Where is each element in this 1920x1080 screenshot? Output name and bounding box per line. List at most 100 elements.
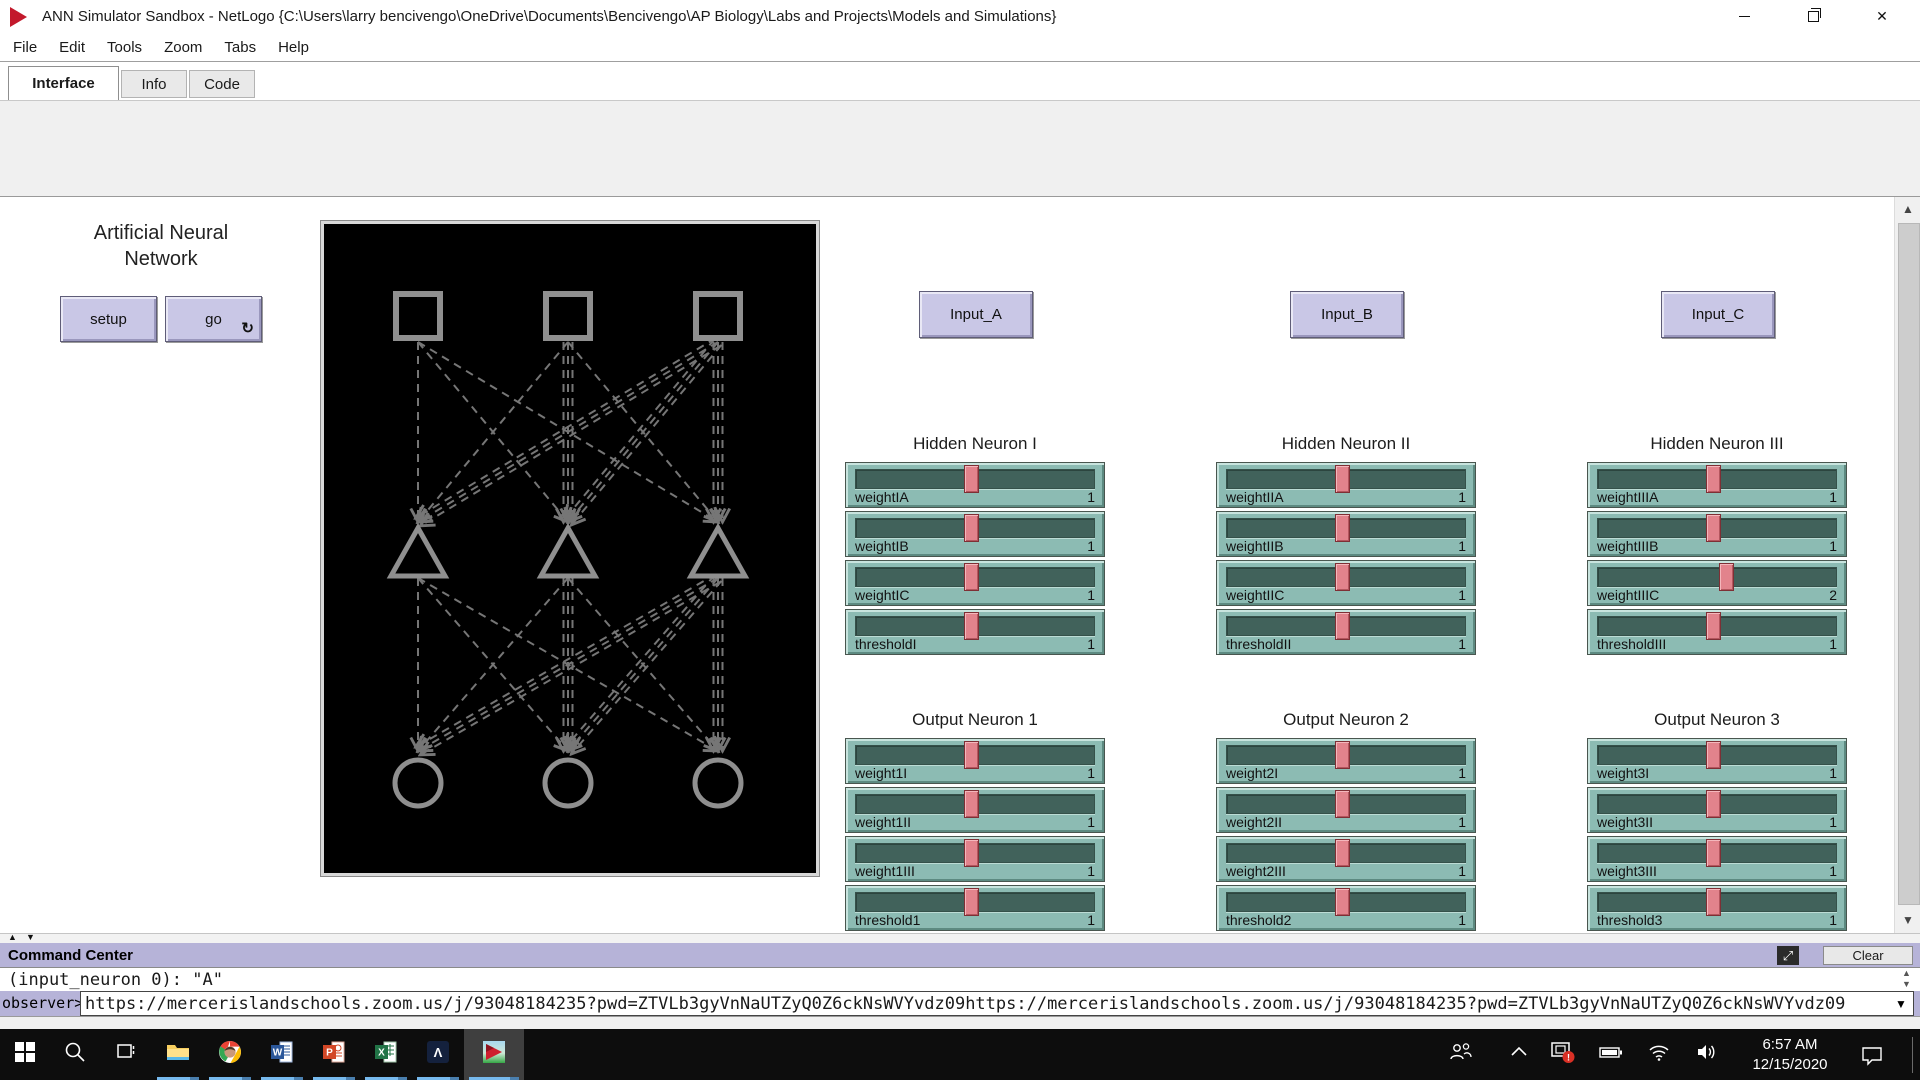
tray-graphics-alert-button[interactable]: ! — [1546, 1029, 1580, 1080]
slider-handle[interactable] — [1706, 888, 1721, 916]
slider-weight1II[interactable]: weight1II1 — [845, 787, 1105, 833]
slider-weightIIB[interactable]: weightIIB1 — [1216, 511, 1476, 557]
slider-weight1I[interactable]: weight1I1 — [845, 738, 1105, 784]
scroll-down-arrow[interactable]: ▼ — [1895, 908, 1920, 932]
slider-handle[interactable] — [1706, 465, 1721, 493]
slider-weightIIIA[interactable]: weightIIIA1 — [1587, 462, 1847, 508]
slider-handle[interactable] — [1706, 839, 1721, 867]
slider-weightIIIB[interactable]: weightIIIB1 — [1587, 511, 1847, 557]
menu-tabs[interactable]: Tabs — [213, 39, 267, 56]
taskbar-acrobat-button[interactable]: Λ — [412, 1029, 464, 1080]
tray-people-button[interactable] — [1444, 1029, 1478, 1080]
tab-code[interactable]: Code — [189, 70, 255, 98]
slider-threshold1[interactable]: threshold11 — [845, 885, 1105, 931]
clear-button[interactable]: Clear — [1823, 946, 1913, 965]
splitter-up-icon[interactable]: ▲ — [8, 932, 17, 942]
slider-handle[interactable] — [964, 888, 979, 916]
slider-handle[interactable] — [1335, 888, 1350, 916]
slider-handle[interactable] — [964, 839, 979, 867]
menu-file[interactable]: File — [2, 39, 48, 56]
slider-handle[interactable] — [1706, 741, 1721, 769]
slider-handle[interactable] — [964, 563, 979, 591]
menu-tools[interactable]: Tools — [96, 39, 153, 56]
close-button[interactable]: ✕ — [1859, 0, 1905, 33]
slider-handle[interactable] — [1719, 563, 1734, 591]
slider-weight3I[interactable]: weight3I1 — [1587, 738, 1847, 784]
slider-weightIIC[interactable]: weightIIC1 — [1216, 560, 1476, 606]
menu-zoom[interactable]: Zoom — [153, 39, 213, 56]
show-desktop-button[interactable] — [1912, 1037, 1913, 1073]
slider-thresholdI[interactable]: thresholdI1 — [845, 609, 1105, 655]
slider-handle[interactable] — [964, 741, 979, 769]
output-scroll-up-icon[interactable]: ▲ — [1902, 968, 1911, 978]
slider-weightIC[interactable]: weightIC1 — [845, 560, 1105, 606]
splitter-down-icon[interactable]: ▼ — [26, 932, 35, 942]
tab-interface[interactable]: Interface — [8, 66, 119, 100]
tray-chevron-up-button[interactable] — [1502, 1029, 1536, 1080]
slider-track[interactable] — [1597, 567, 1837, 587]
slider-weightIIIC[interactable]: weightIIIC2 — [1587, 560, 1847, 606]
taskbar-excel-button[interactable]: X — [360, 1029, 412, 1080]
slider-handle[interactable] — [1335, 790, 1350, 818]
slider-weight3III[interactable]: weight3III1 — [1587, 836, 1847, 882]
taskbar-word-button[interactable]: W — [256, 1029, 308, 1080]
slider-weight2I[interactable]: weight2I1 — [1216, 738, 1476, 784]
taskbar-search-button[interactable] — [50, 1029, 100, 1080]
tray-battery-button[interactable] — [1594, 1029, 1628, 1080]
command-input-field[interactable]: https://mercerislandschools.zoom.us/j/93… — [80, 991, 1914, 1016]
slider-handle[interactable] — [964, 514, 979, 542]
setup-button[interactable]: setup — [60, 296, 157, 342]
slider-weight3II[interactable]: weight3II1 — [1587, 787, 1847, 833]
slider-handle[interactable] — [1706, 790, 1721, 818]
taskbar-chrome-button[interactable] — [204, 1029, 256, 1080]
slider-weight2III[interactable]: weight2III1 — [1216, 836, 1476, 882]
slider-label: thresholdII — [1226, 636, 1291, 652]
slider-handle[interactable] — [1335, 612, 1350, 640]
input-button-input_c[interactable]: Input_C — [1661, 291, 1775, 338]
slider-handle[interactable] — [1335, 839, 1350, 867]
slider-handle[interactable] — [1335, 741, 1350, 769]
taskbar-clock[interactable]: 6:57 AM 12/15/2020 — [1735, 1029, 1845, 1080]
taskbar-powerpoint-button[interactable]: P — [308, 1029, 360, 1080]
slider-thresholdII[interactable]: thresholdII1 — [1216, 609, 1476, 655]
slider-weightIB[interactable]: weightIB1 — [845, 511, 1105, 557]
maximize-button[interactable] — [1790, 0, 1836, 33]
slider-value: 1 — [1458, 489, 1466, 505]
taskbar-start-button[interactable] — [0, 1029, 50, 1080]
scroll-up-arrow[interactable]: ▲ — [1895, 197, 1920, 221]
menu-help[interactable]: Help — [267, 39, 320, 56]
slider-threshold3[interactable]: threshold31 — [1587, 885, 1847, 931]
vertical-scrollbar[interactable]: ▲ ▼ — [1894, 197, 1920, 933]
output-scroll-down-icon[interactable]: ▼ — [1902, 979, 1911, 989]
go-button[interactable]: go ↻ — [165, 296, 262, 342]
taskbar-netlogo-button[interactable] — [464, 1029, 524, 1080]
slider-weightIIA[interactable]: weightIIA1 — [1216, 462, 1476, 508]
slider-handle[interactable] — [1335, 514, 1350, 542]
taskbar-file-explorer-button[interactable] — [152, 1029, 204, 1080]
command-center-expand-button[interactable]: ⤢ — [1777, 946, 1799, 965]
minimize-button[interactable] — [1721, 0, 1767, 33]
input-button-input_a[interactable]: Input_A — [919, 291, 1033, 338]
slider-handle[interactable] — [1335, 465, 1350, 493]
slider-handle[interactable] — [964, 790, 979, 818]
slider-handle[interactable] — [1706, 514, 1721, 542]
slider-handle[interactable] — [1335, 563, 1350, 591]
slider-handle[interactable] — [1706, 612, 1721, 640]
taskbar-task-view-button[interactable] — [100, 1029, 152, 1080]
menu-edit[interactable]: Edit — [48, 39, 96, 56]
input-button-input_b[interactable]: Input_B — [1290, 291, 1404, 338]
command-center-splitter[interactable]: ▲ ▼ — [0, 933, 1920, 943]
slider-weight1III[interactable]: weight1III1 — [845, 836, 1105, 882]
slider-handle[interactable] — [964, 465, 979, 493]
tab-info[interactable]: Info — [121, 70, 187, 98]
slider-handle[interactable] — [964, 612, 979, 640]
command-history-dropdown[interactable]: ▼ — [1890, 993, 1912, 1014]
slider-weight2II[interactable]: weight2II1 — [1216, 787, 1476, 833]
tray-wifi-button[interactable] — [1642, 1029, 1676, 1080]
scrollbar-thumb[interactable] — [1898, 223, 1920, 905]
tray-volume-button[interactable] — [1690, 1029, 1724, 1080]
slider-weightIA[interactable]: weightIA1 — [845, 462, 1105, 508]
slider-thresholdIII[interactable]: thresholdIII1 — [1587, 609, 1847, 655]
action-center-button[interactable] — [1855, 1029, 1889, 1080]
slider-threshold2[interactable]: threshold21 — [1216, 885, 1476, 931]
